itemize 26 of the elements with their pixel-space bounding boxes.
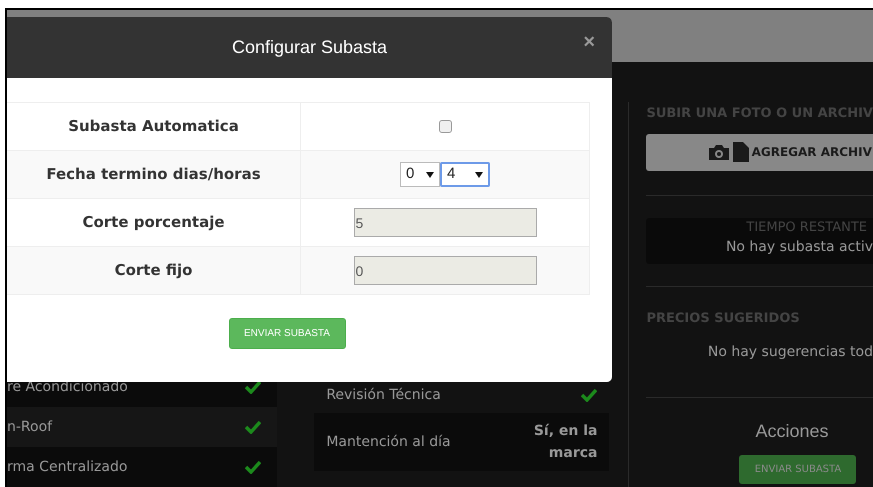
- select-field[interactable]: 0: [400, 162, 440, 187]
- close-button[interactable]: ×: [583, 32, 595, 52]
- caret-icon: [475, 172, 483, 178]
- feature-label: rma Centralizado: [7, 458, 128, 476]
- timer-heading: TIEMPO RESTANTE: [746, 218, 868, 236]
- detail-value: Sí, en la marca: [532, 422, 598, 463]
- field-label: Corte porcentaje: [82, 212, 225, 233]
- select-field[interactable]: 4: [440, 162, 490, 187]
- field-label: Corte fijo: [114, 260, 192, 281]
- camera-icon: [708, 144, 730, 160]
- section-heading: Acciones: [755, 420, 829, 443]
- field-label: Subasta Automatica: [68, 116, 239, 137]
- timer-text: No hay subasta activ: [726, 238, 873, 257]
- caret-icon: [426, 172, 434, 178]
- file-icon: [732, 142, 749, 162]
- field-label: Fecha termino dias/horas: [46, 164, 261, 185]
- prices-text: No hay sugerencias tod: [708, 343, 873, 362]
- detail-label: Revisión Técnica: [326, 386, 441, 404]
- detail-label: Mantención al día: [326, 432, 451, 452]
- feature-label: n-Roof: [7, 418, 52, 436]
- input-field[interactable]: 0: [354, 256, 536, 285]
- checkbox[interactable]: [438, 120, 452, 133]
- modal-title: Configurar Subasta: [232, 36, 388, 59]
- feature-label: re Acondicionado: [7, 378, 128, 396]
- upload-button[interactable]: AGREGAR ARCHIV: [646, 134, 873, 170]
- input-field[interactable]: 5: [354, 208, 536, 237]
